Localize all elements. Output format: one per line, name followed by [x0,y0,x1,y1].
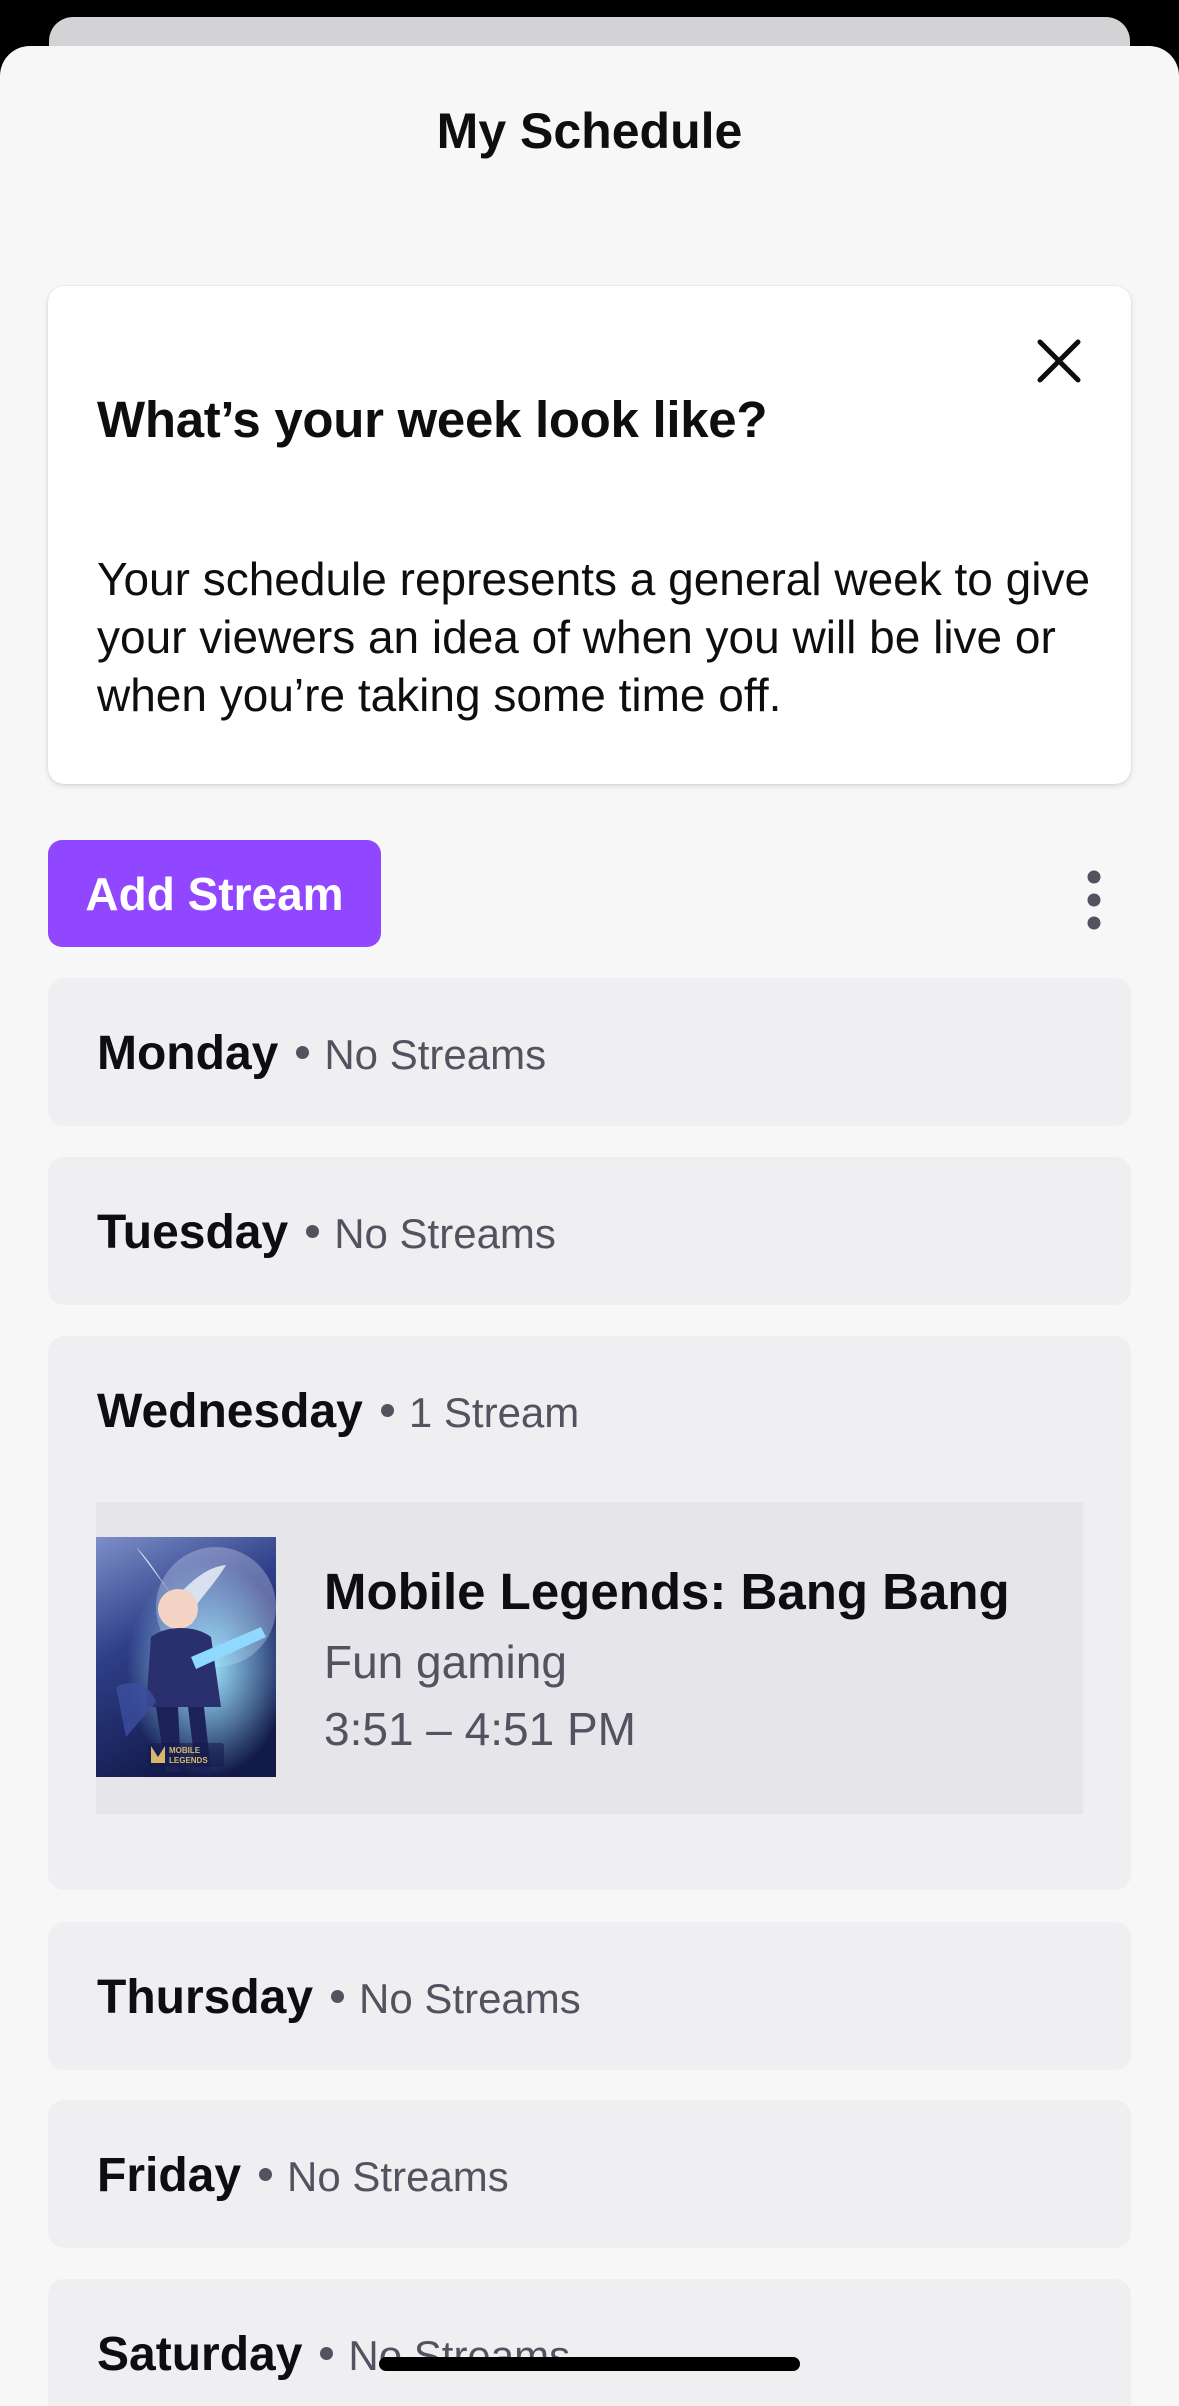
day-card-tuesday[interactable]: Tuesday No Streams [48,1157,1131,1305]
day-name: Tuesday [97,1206,289,1259]
day-header: Tuesday No Streams [97,1205,556,1260]
schedule-info-card: What’s your week look like? Your schedul… [48,286,1131,784]
day-stream-count: No Streams [324,1031,547,1078]
day-card-thursday[interactable]: Thursday No Streams [48,1922,1131,2070]
day-header: Monday No Streams [97,1026,546,1081]
game-art-logo-text: MOBILE [169,1746,201,1755]
separator-dot [380,1404,394,1417]
day-name: Saturday [97,2328,303,2381]
separator-dot [259,2168,273,2181]
day-card-saturday[interactable]: Saturday No Streams [48,2279,1131,2406]
day-stream-count: No Streams [359,1975,581,2022]
close-icon [1037,339,1081,383]
schedule-sheet: My Schedule What’s your week look like? … [0,46,1179,2406]
day-stream-count: No Streams [287,2153,509,2200]
day-name: Monday [97,1027,279,1080]
day-stream-count: No Streams [334,1210,556,1257]
stream-item[interactable]: MOBILE LEGENDS Mobile Legends: Bang Bang… [96,1502,1083,1814]
day-stream-count: 1 Stream [408,1389,580,1436]
info-card-title: What’s your week look like? [97,391,768,448]
separator-dot [331,1990,345,2003]
day-header: Saturday No Streams [97,2327,570,2382]
separator-dot [320,2347,334,2360]
stream-title: Fun gaming [324,1636,567,1688]
add-stream-button[interactable]: Add Stream [48,840,381,947]
day-card-wednesday[interactable]: Wednesday 1 Stream MOBILE LEGENDS Mobile… [48,1336,1131,1890]
info-card-body: Your schedule represents a general week … [97,553,1091,721]
home-indicator[interactable] [379,2357,800,2371]
more-options-button[interactable] [1064,860,1124,940]
close-button[interactable] [1028,330,1090,392]
page-title: My Schedule [436,103,743,159]
day-header: Friday No Streams [97,2148,509,2203]
day-header: Thursday No Streams [97,1970,581,2025]
vertical-ellipsis-icon [1087,870,1101,930]
day-card-friday[interactable]: Friday No Streams [48,2100,1131,2248]
separator-dot [306,1225,320,1238]
stream-game-name: Mobile Legends: Bang Bang [324,1563,1010,1620]
separator-dot [296,1046,310,1059]
day-header: Wednesday 1 Stream [97,1384,579,1439]
day-stream-count: No Streams [348,2332,571,2379]
day-name: Friday [97,2149,242,2202]
game-box-art: MOBILE LEGENDS [96,1537,276,1777]
stream-time: 3:51 – 4:51 PM [324,1703,636,1755]
day-name: Thursday [97,1971,314,2024]
day-card-monday[interactable]: Monday No Streams [48,978,1131,1126]
day-name: Wednesday [97,1385,363,1438]
svg-text:LEGENDS: LEGENDS [169,1756,208,1765]
